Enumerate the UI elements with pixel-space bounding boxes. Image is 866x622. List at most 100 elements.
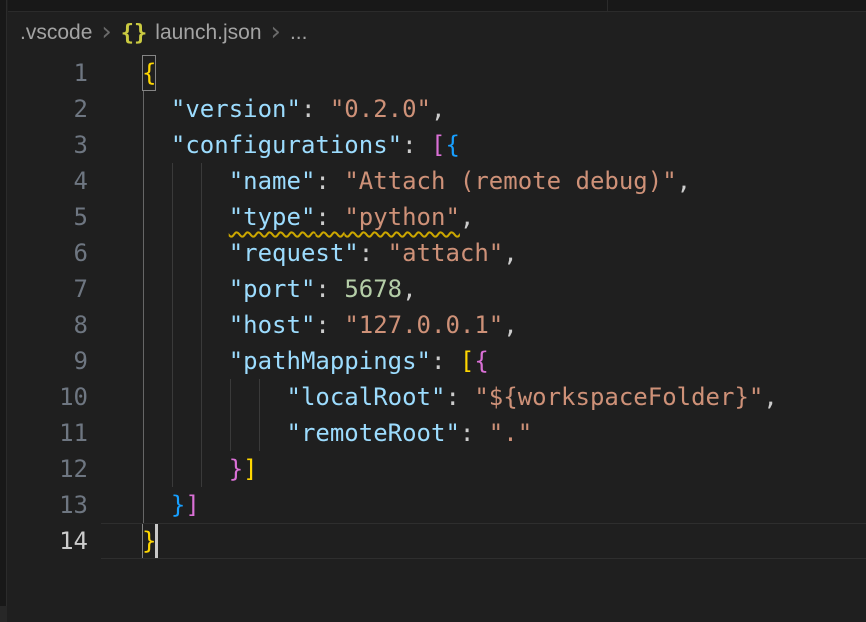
code-line[interactable]: 12 }] [8, 451, 866, 487]
code-line[interactable]: 10 "localRoot": "${workspaceFolder}", [8, 379, 866, 415]
indent-guide [143, 415, 144, 451]
code-token [142, 491, 171, 519]
indent-guide [172, 199, 173, 235]
json-brackets-icon: {} [121, 21, 148, 46]
code-token: , [503, 239, 517, 267]
chevron-right-icon: › [101, 17, 111, 47]
line-number[interactable]: 13 [8, 487, 88, 523]
indent-guide [143, 271, 144, 307]
line-content[interactable]: "version": "0.2.0", [142, 91, 866, 127]
code-token: : [431, 347, 460, 375]
code-token [142, 203, 229, 231]
line-content[interactable]: "remoteRoot": "." [142, 415, 866, 451]
line-content[interactable]: "name": "Attach (remote debug)", [142, 163, 866, 199]
line-number[interactable]: 8 [8, 307, 88, 343]
code-token: "type" [229, 203, 316, 231]
line-number[interactable]: 3 [8, 127, 88, 163]
code-line[interactable]: 14} [8, 523, 866, 559]
indent-guide [172, 271, 173, 307]
code-token: , [460, 203, 474, 231]
line-number[interactable]: 10 [8, 379, 88, 415]
indent-guide [143, 163, 144, 199]
breadcrumb-file[interactable]: {} launch.json [121, 21, 262, 46]
line-number[interactable]: 14 [8, 523, 88, 559]
line-content[interactable]: "pathMappings": [{ [142, 343, 866, 379]
indent-guide [201, 163, 202, 199]
code-token: { [474, 347, 488, 375]
code-token: "request" [229, 239, 359, 267]
code-token: , [677, 167, 691, 195]
code-token: , [503, 311, 517, 339]
code-line[interactable]: 5 "type": "python", [8, 199, 866, 235]
line-number[interactable]: 4 [8, 163, 88, 199]
matched-bracket: { [142, 55, 156, 91]
code-token [142, 311, 229, 339]
breadcrumbs: .vscode › {} launch.json › ... [8, 14, 866, 52]
code-line[interactable]: 1{ [8, 55, 866, 91]
code-token: : [315, 311, 344, 339]
breadcrumb-file-label: launch.json [155, 21, 261, 45]
indent-guide [201, 271, 202, 307]
code-token [142, 419, 287, 447]
code-token: ] [185, 491, 199, 519]
line-content[interactable]: }] [142, 487, 866, 523]
code-token [142, 347, 229, 375]
line-number[interactable]: 1 [8, 55, 88, 91]
breadcrumb-folder[interactable]: .vscode [20, 21, 92, 45]
code-line[interactable]: 7 "port": 5678, [8, 271, 866, 307]
code-token: "configurations" [171, 131, 402, 159]
code-token [142, 95, 171, 123]
line-content[interactable]: "host": "127.0.0.1", [142, 307, 866, 343]
chevron-right-icon: › [271, 17, 281, 47]
code-editor[interactable]: 1{2 "version": "0.2.0",3 "configurations… [8, 55, 866, 559]
line-content[interactable]: "request": "attach", [142, 235, 866, 271]
line-content[interactable]: } [142, 523, 866, 559]
indent-guide [201, 199, 202, 235]
code-line[interactable]: 2 "version": "0.2.0", [8, 91, 866, 127]
line-number[interactable]: 5 [8, 199, 88, 235]
code-line[interactable]: 6 "request": "attach", [8, 235, 866, 271]
tab-bar-edge [8, 0, 866, 12]
line-content[interactable]: "configurations": [{ [142, 127, 866, 163]
indent-guide [143, 127, 144, 163]
code-line[interactable]: 11 "remoteRoot": "." [8, 415, 866, 451]
code-line[interactable]: 9 "pathMappings": [{ [8, 343, 866, 379]
code-token: "port" [229, 275, 316, 303]
code-token: "remoteRoot" [287, 419, 460, 447]
indent-guide [172, 451, 173, 487]
text-cursor [155, 523, 158, 559]
indent-guide [143, 307, 144, 343]
indent-guide [143, 343, 144, 379]
tab-separator [607, 0, 608, 12]
line-number[interactable]: 12 [8, 451, 88, 487]
code-line[interactable]: 4 "name": "Attach (remote debug)", [8, 163, 866, 199]
code-token: : [301, 95, 330, 123]
warning-squiggle: "type": "python" [229, 203, 460, 231]
breadcrumb-symbol[interactable]: ... [290, 21, 308, 45]
line-number[interactable]: 7 [8, 271, 88, 307]
code-token [142, 383, 287, 411]
code-line[interactable]: 8 "host": "127.0.0.1", [8, 307, 866, 343]
code-token: } [171, 491, 185, 519]
code-line[interactable]: 13 }] [8, 487, 866, 523]
code-token: "version" [171, 95, 301, 123]
line-content[interactable]: "type": "python", [142, 199, 866, 235]
code-token: "Attach (remote debug)" [344, 167, 676, 195]
line-number[interactable]: 2 [8, 91, 88, 127]
line-content[interactable]: "port": 5678, [142, 271, 866, 307]
sidebar-edge [0, 0, 7, 622]
line-content[interactable]: { [142, 55, 866, 91]
line-number[interactable]: 11 [8, 415, 88, 451]
indent-guide [143, 451, 144, 487]
indent-guide [201, 235, 202, 271]
code-token: "127.0.0.1" [344, 311, 503, 339]
code-token: : [402, 131, 431, 159]
code-token: : [315, 203, 344, 231]
line-number[interactable]: 9 [8, 343, 88, 379]
line-content[interactable]: "localRoot": "${workspaceFolder}", [142, 379, 866, 415]
code-line[interactable]: 3 "configurations": [{ [8, 127, 866, 163]
indent-guide [201, 379, 202, 415]
line-content[interactable]: }] [142, 451, 866, 487]
line-number[interactable]: 6 [8, 235, 88, 271]
code-token [142, 455, 229, 483]
